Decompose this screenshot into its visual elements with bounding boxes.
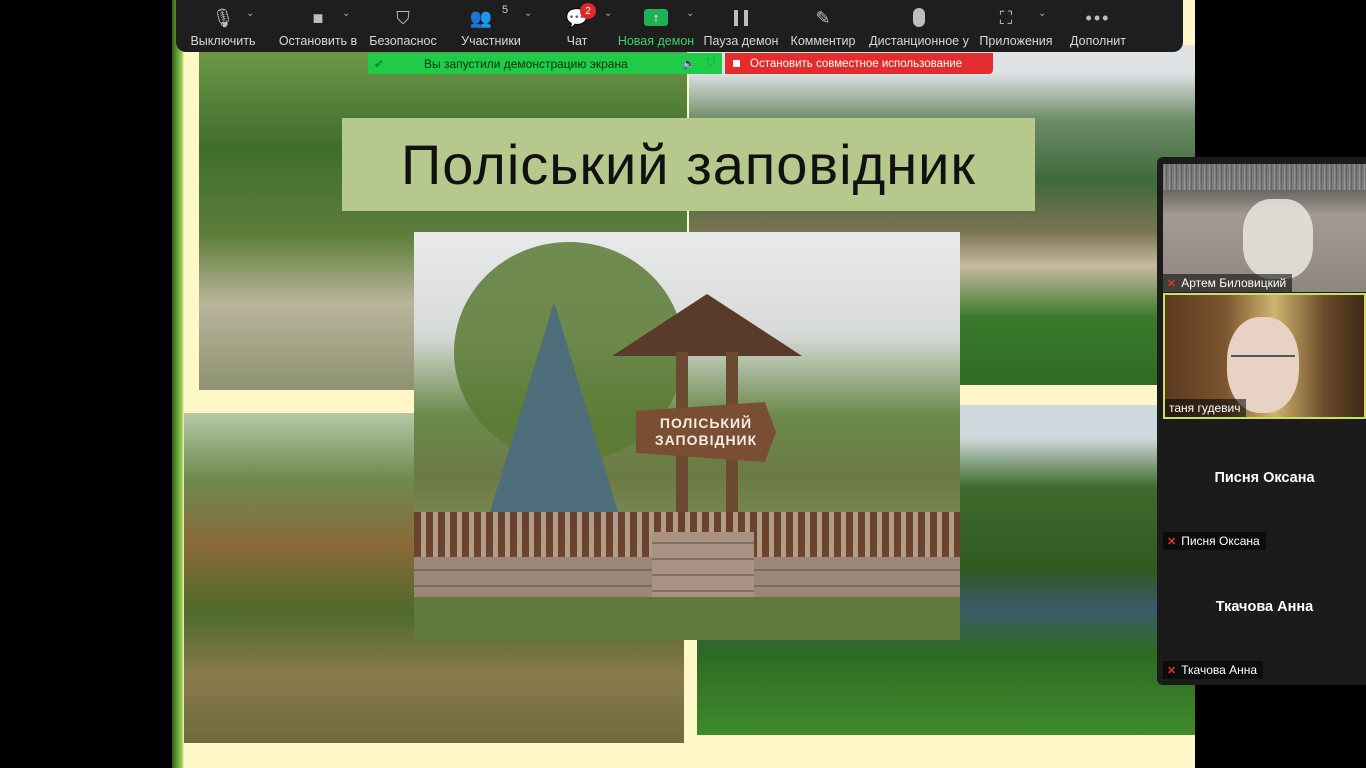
share-status-banner: ✔ Вы запустили демонстрацию экрана 🔈 ⛉ [368, 53, 722, 74]
participant-tile[interactable]: Писня Оксана ✕ Писня Оксана [1163, 422, 1366, 550]
microphone-icon: 🎙 [211, 8, 235, 28]
participant-name-label: таня гудевич [1165, 399, 1247, 417]
chevron-down-icon[interactable]: ⌄ [604, 8, 612, 19]
pencil-icon: ✎ [815, 8, 831, 28]
participants-icon: 👥 [469, 8, 493, 28]
more-icon: ••• [1085, 8, 1111, 28]
chevron-down-icon[interactable]: ⌄ [1038, 8, 1046, 19]
remote-control-button[interactable]: Дистанционное у [864, 0, 974, 52]
participant-tile-active[interactable]: таня гудевич [1163, 293, 1366, 419]
stop-video-button[interactable]: ■ ⌄ Остановить в [270, 0, 366, 52]
participants-count: 5 [502, 4, 509, 16]
chevron-down-icon[interactable]: ⌄ [342, 8, 350, 19]
grass [414, 597, 960, 640]
more-button[interactable]: ••• Дополнит [1058, 0, 1138, 52]
speaker-icon[interactable]: 🔈 [678, 57, 700, 70]
participant-name-label: ✕ Ткачова Анна [1163, 661, 1264, 679]
apps-icon: ⛶ [999, 8, 1013, 28]
mic-muted-icon: ✕ [1167, 664, 1177, 677]
chat-badge: 2 [580, 3, 596, 19]
shield-icon[interactable]: ⛉ [700, 57, 722, 70]
participant-video [1243, 199, 1313, 279]
slide-title: Поліський заповідник [401, 133, 976, 196]
pin-icon[interactable]: ✔ [368, 57, 390, 71]
video-camera-icon: ■ [312, 8, 324, 28]
slide-title-box: Поліський заповідник [342, 118, 1035, 211]
chat-button[interactable]: 💬 2 ⌄ Чат [542, 0, 612, 52]
share-screen-icon: ↑ [644, 9, 668, 26]
participant-tile[interactable]: ✕ Артем Биловицкий [1163, 164, 1366, 292]
pause-icon [734, 10, 748, 26]
reserve-sign-photo: ПОЛІСЬКИЙ ЗАПОВІДНИК [414, 232, 960, 640]
blue-spruce [484, 302, 624, 532]
sign-roof [612, 294, 802, 356]
chevron-down-icon[interactable]: ⌄ [524, 8, 532, 19]
participant-name-label: ✕ Писня Оксана [1163, 532, 1266, 550]
new-share-button[interactable]: ↑ ⌄ Новая демон [612, 0, 700, 52]
mute-button[interactable]: 🎙 ⌄ Выключить [176, 0, 270, 52]
share-status-text: Вы запустили демонстрацию экрана [424, 56, 628, 71]
video-noise [1163, 164, 1366, 190]
mouse-icon [913, 8, 925, 27]
apps-button[interactable]: ⛶ ⌄ Приложения [974, 0, 1058, 52]
meeting-toolbar: 🎙 ⌄ Выключить ■ ⌄ Остановить в ⛉ Безопас… [176, 0, 1183, 52]
stop-icon [733, 60, 740, 67]
mic-muted-icon: ✕ [1167, 277, 1177, 290]
security-button[interactable]: ⛉ Безопаснос [366, 0, 440, 52]
chevron-down-icon[interactable]: ⌄ [246, 8, 254, 19]
reserve-sign: ПОЛІСЬКИЙ ЗАПОВІДНИК [636, 402, 776, 462]
shared-slide: ПОЛІСЬКИЙ ЗАПОВІДНИК Поліський заповідни… [172, 0, 1195, 768]
participants-button[interactable]: 👥 5 ⌄ Участники [440, 0, 542, 52]
participant-tile[interactable]: Ткачова Анна ✕ Ткачова Анна [1163, 551, 1366, 679]
participant-display-name: Ткачова Анна [1215, 599, 1314, 615]
participant-display-name: Писня Оксана [1214, 470, 1315, 486]
participant-video-detail [1231, 355, 1295, 371]
participants-panel: ✕ Артем Биловицкий таня гудевич Писня Ок… [1157, 157, 1366, 685]
chevron-down-icon[interactable]: ⌄ [686, 8, 694, 19]
shield-icon: ⛉ [396, 8, 410, 28]
stop-share-button[interactable]: Остановить совместное использование [725, 53, 993, 74]
participant-name-label: ✕ Артем Биловицкий [1163, 274, 1293, 292]
annotate-button[interactable]: ✎ Комментир [782, 0, 864, 52]
mic-muted-icon: ✕ [1167, 535, 1177, 548]
pause-share-button[interactable]: Пауза демон [700, 0, 782, 52]
